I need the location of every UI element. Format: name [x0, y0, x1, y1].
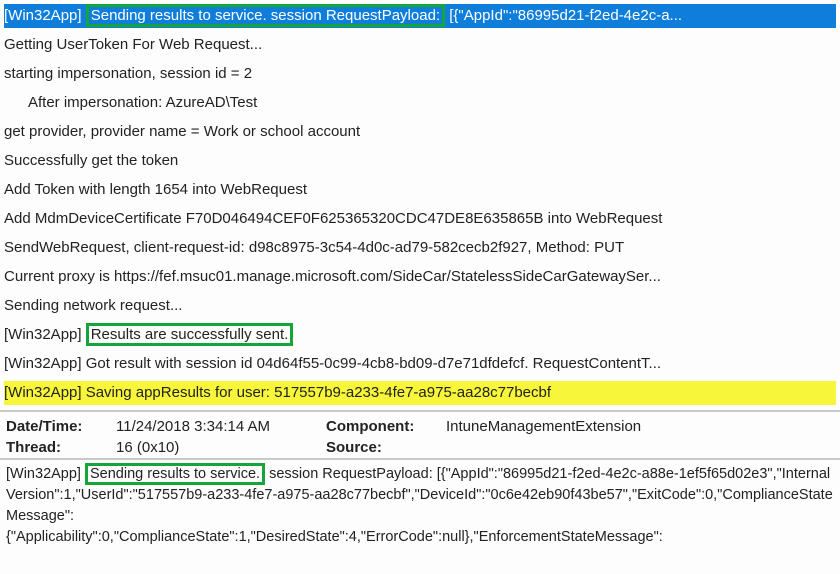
log-line[interactable]: [Win32App] Got result with session id 04… — [4, 350, 836, 379]
log-line[interactable]: Current proxy is https://fef.msuc01.mana… — [4, 263, 836, 292]
log-line[interactable]: get provider, provider name = Work or sc… — [4, 118, 836, 147]
log-line[interactable]: Successfully get the token — [4, 147, 836, 176]
log-line[interactable]: After impersonation: AzureAD\Test — [4, 89, 836, 118]
log-line[interactable]: Getting UserToken For Web Request... — [4, 31, 836, 60]
highlight-results-sent: Results are successfully sent. — [86, 323, 294, 346]
datetime-label: Date/Time: — [6, 418, 116, 435]
source-label: Source: — [326, 439, 446, 456]
log-line[interactable]: [Win32App] Results are successfully sent… — [4, 321, 836, 350]
highlight-sending-results-detail: Sending results to service. — [85, 463, 265, 485]
log-payload-snippet: [{"AppId":"86995d21-f2ed-4e2c-a... — [445, 7, 682, 24]
metadata-row: Thread: 16 (0x10) Source: — [6, 437, 834, 458]
thread-value: 16 (0x10) — [116, 439, 326, 456]
log-line[interactable]: Sending network request... — [4, 292, 836, 321]
detail-panel[interactable]: [Win32App] Sending results to service. s… — [0, 458, 840, 552]
log-line-highlighted[interactable]: [Win32App] Saving appResults for user: 5… — [4, 379, 836, 408]
metadata-panel: Date/Time: 11/24/2018 3:34:14 AM Compone… — [0, 410, 840, 458]
log-tag: [Win32App] — [4, 7, 82, 24]
highlight-sending-results: Sending results to service. session Requ… — [86, 4, 445, 27]
log-line-selected[interactable]: [Win32App] Sending results to service. s… — [4, 2, 836, 31]
metadata-row: Date/Time: 11/24/2018 3:34:14 AM Compone… — [6, 416, 834, 437]
datetime-value: 11/24/2018 3:34:14 AM — [116, 418, 326, 435]
log-line[interactable]: Add Token with length 1654 into WebReque… — [4, 176, 836, 205]
detail-payload-part2: {"Applicability":0,"ComplianceState":1,"… — [6, 529, 663, 545]
log-pane[interactable]: [Win32App] Sending results to service. s… — [0, 0, 840, 410]
component-value: IntuneManagementExtension — [446, 418, 641, 435]
detail-tag: [Win32App] — [6, 466, 85, 482]
log-line[interactable]: Add MdmDeviceCertificate F70D046494CEF0F… — [4, 205, 836, 234]
log-tag: [Win32App] — [4, 326, 82, 343]
log-line[interactable]: starting impersonation, session id = 2 — [4, 60, 836, 89]
component-label: Component: — [326, 418, 446, 435]
thread-label: Thread: — [6, 439, 116, 456]
log-line[interactable]: SendWebRequest, client-request-id: d98c8… — [4, 234, 836, 263]
